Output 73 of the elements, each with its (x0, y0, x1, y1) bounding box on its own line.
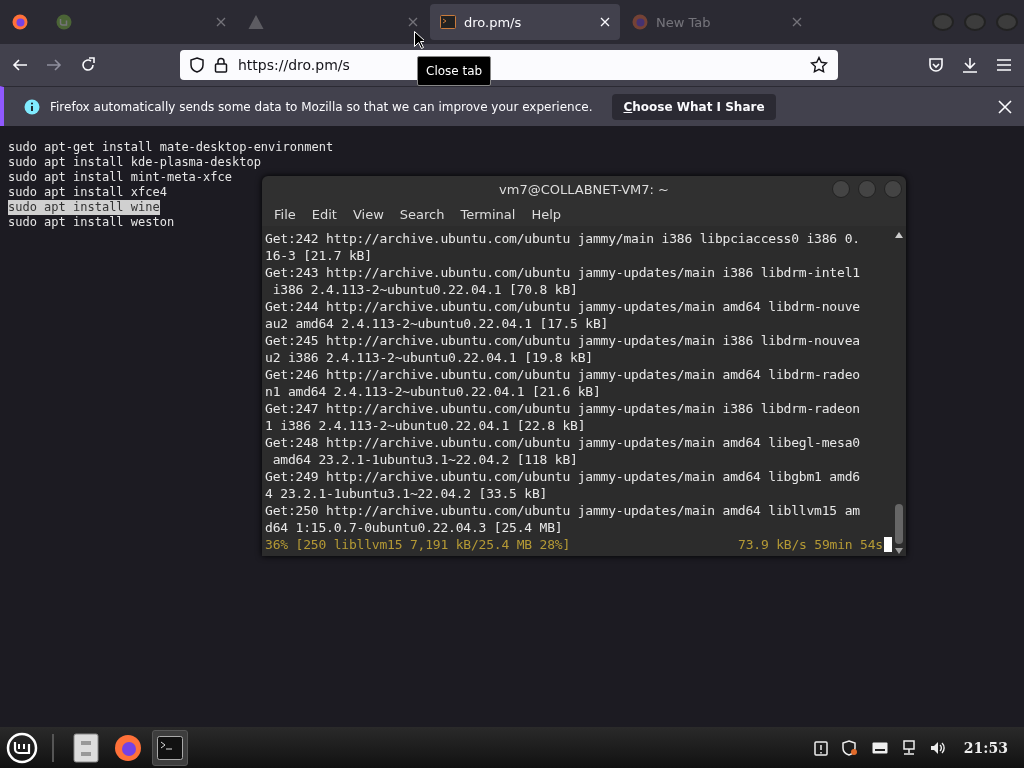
notification-message: Firefox automatically sends some data to Mozilla so that we can improve your experience. (50, 99, 593, 114)
shield-icon[interactable] (841, 739, 858, 756)
clipboard-icon[interactable] (813, 739, 828, 756)
terminal-line: Get:244 http://archive.ubuntu.com/ubuntu jammy-updates/main amd64 libdrm-nouve (265, 298, 861, 315)
window-title: vm7@COLLABNET-VM7: ~ (499, 181, 669, 197)
tooltip: Close tab (417, 56, 492, 86)
terminal-line: 4 23.2.1-1ubuntu3.1~22.04.2 [33.5 kB] (265, 485, 549, 502)
tab-title: dro.pm/s (464, 14, 523, 30)
code-line: sudo apt install xfce4 (8, 185, 167, 200)
mouse-pointer-icon (414, 31, 424, 49)
url-text: https://dro.pm/s (238, 57, 350, 73)
back-icon[interactable] (12, 57, 28, 73)
file-cabinet-icon (73, 732, 99, 763)
lock-icon (214, 57, 228, 73)
terminal-line: Get:242 http://archive.ubuntu.com/ubuntu jammy/main i386 libpciaccess0 i386 0. (265, 230, 861, 247)
taskbar-app[interactable] (152, 729, 188, 766)
tab-title: New Tab (656, 14, 712, 30)
warning-icon (248, 14, 264, 30)
terminal-line: Get:250 http://archive.ubuntu.com/ubuntu jammy-updates/main amd64 libllvm15 am (265, 502, 861, 519)
code-line: sudo apt install weston (8, 215, 175, 230)
scroll-thumb[interactable] (895, 504, 903, 544)
transfer-rate: 73.9 kB/s 59min 54s (738, 536, 883, 553)
terminal-line: d64 1:15.0.7-0ubuntu0.22.04.3 [25.4 MB] (265, 519, 564, 536)
menu-item[interactable]: Search (391, 206, 453, 222)
info-icon (24, 98, 40, 115)
terminal-line: i386 2.4.113-2~ubuntu0.22.04.1 [70.8 kB] (271, 281, 579, 298)
terminal-icon (157, 735, 183, 760)
menu-item[interactable]: Help (523, 206, 570, 222)
menu-item[interactable]: View (344, 206, 392, 222)
menu-item[interactable]: Terminal (452, 206, 524, 222)
terminal-line: Get:245 http://archive.ubuntu.com/ubuntu jammy-updates/main i386 libdrm-nouvea (265, 332, 861, 349)
scrollbar[interactable] (892, 230, 906, 556)
progress-text: 36% [250 libllvm15 7,191 kB/25.4 MB 28%] (265, 536, 571, 553)
choose-button[interactable]: Choose What I Share (612, 93, 776, 120)
network-icon[interactable] (901, 739, 916, 756)
terminal-line: u2 i386 2.4.113-2~ubuntu0.22.04.1 [19.8 kB] (265, 349, 594, 366)
volume-icon[interactable] (929, 740, 946, 755)
menu-icon[interactable] (996, 57, 1012, 73)
mint-logo-icon[interactable] (6, 731, 38, 764)
text-cursor (884, 537, 892, 552)
terminal-line: Get:248 http://archive.ubuntu.com/ubuntu jammy-updates/main amd64 libegl-mesa0 (265, 434, 861, 451)
forward-icon[interactable] (46, 57, 62, 73)
terminal-line: Get:249 http://archive.ubuntu.com/ubuntu jammy-updates/main amd64 libgbm1 amd6 (265, 468, 861, 485)
scroll-up-icon[interactable] (895, 232, 903, 238)
close-icon[interactable] (998, 99, 1012, 114)
terminal-icon (440, 14, 456, 30)
firefox-menu-icon[interactable] (12, 14, 28, 30)
terminal-line: 16-3 [21.7 kB] (265, 247, 373, 264)
reload-icon[interactable] (80, 57, 96, 73)
shield-icon (190, 57, 204, 73)
mint-icon (56, 14, 72, 30)
browser-tab[interactable]: dro.pm/s (430, 4, 620, 40)
firefox-icon (114, 733, 142, 762)
code-line: sudo apt install kde-plasma-desktop (8, 155, 261, 170)
terminal-line: Get:246 http://archive.ubuntu.com/ubuntu jammy-updates/main amd64 libdrm-radeo (265, 366, 861, 383)
firefox-icon (632, 14, 648, 30)
keyboard-icon[interactable] (871, 741, 888, 754)
download-icon[interactable] (962, 57, 978, 73)
terminal-line: amd64 23.2.1-1ubuntu3.1~22.04.2 [118 kB] (271, 451, 579, 468)
terminal-line: 1 i386 2.4.113-2~ubuntu0.22.04.1 [22.8 kB] (265, 417, 587, 434)
star-icon[interactable] (810, 56, 828, 74)
menu-item[interactable]: File (266, 206, 304, 222)
scroll-down-icon[interactable] (895, 548, 903, 554)
pocket-icon[interactable] (928, 57, 944, 73)
terminal-line: au2 amd64 2.4.113-2~ubuntu0.22.04.1 [17.5 kB] (265, 315, 610, 332)
menu-item[interactable]: Edit (303, 206, 345, 222)
terminal-line: Get:247 http://archive.ubuntu.com/ubuntu jammy-updates/main i386 libdrm-radeon (265, 400, 861, 417)
close-icon[interactable] (600, 17, 610, 27)
code-line: sudo apt-get install mate-desktop-environment (8, 140, 334, 155)
terminal-line: n1 amd64 2.4.113-2~ubuntu0.22.04.1 [21.6 kB] (265, 383, 602, 400)
terminal-line: Get:243 http://archive.ubuntu.com/ubuntu jammy-updates/main i386 libdrm-intel1 (265, 264, 861, 281)
code-line: sudo apt install mint-meta-xfce (8, 170, 232, 185)
clock[interactable]: 21:53 (963, 739, 1008, 756)
